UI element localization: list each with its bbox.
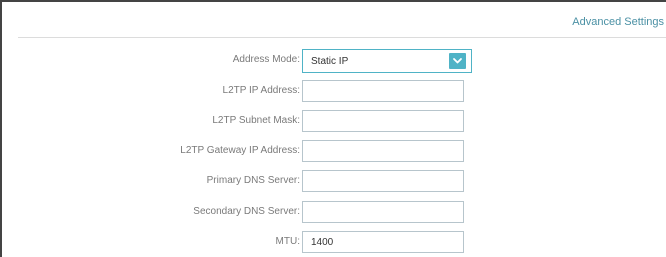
- mtu-input[interactable]: [302, 231, 464, 253]
- secondary-dns-row: Secondary DNS Server:: [0, 201, 666, 225]
- l2tp-gateway-ip-row: L2TP Gateway IP Address:: [0, 140, 666, 164]
- l2tp-subnet-mask-label: L2TP Subnet Mask:: [212, 115, 300, 126]
- chevron-down-icon: [453, 58, 462, 64]
- l2tp-ip-address-label: L2TP IP Address:: [222, 85, 300, 96]
- l2tp-ip-address-row: L2TP IP Address:: [0, 80, 666, 104]
- primary-dns-label: Primary DNS Server:: [206, 175, 300, 186]
- dropdown-button[interactable]: [449, 53, 466, 69]
- mtu-label: MTU:: [275, 236, 300, 247]
- advanced-settings-link[interactable]: Advanced Settings: [572, 16, 664, 28]
- secondary-dns-label: Secondary DNS Server:: [193, 206, 300, 217]
- mtu-row: MTU:: [0, 231, 666, 255]
- primary-dns-row: Primary DNS Server:: [0, 170, 666, 194]
- address-mode-row: Address Mode: Static IP: [0, 49, 666, 73]
- header-divider: [18, 37, 666, 38]
- address-mode-label: Address Mode:: [232, 54, 300, 65]
- address-mode-value: Static IP: [311, 56, 349, 67]
- l2tp-subnet-mask-input[interactable]: [302, 110, 464, 132]
- address-mode-select[interactable]: Static IP: [302, 49, 472, 73]
- l2tp-gateway-ip-label: L2TP Gateway IP Address:: [180, 145, 300, 156]
- l2tp-subnet-mask-row: L2TP Subnet Mask:: [0, 110, 666, 134]
- l2tp-gateway-ip-input[interactable]: [302, 140, 464, 162]
- l2tp-ip-address-input[interactable]: [302, 80, 464, 102]
- primary-dns-input[interactable]: [302, 170, 464, 192]
- secondary-dns-input[interactable]: [302, 201, 464, 223]
